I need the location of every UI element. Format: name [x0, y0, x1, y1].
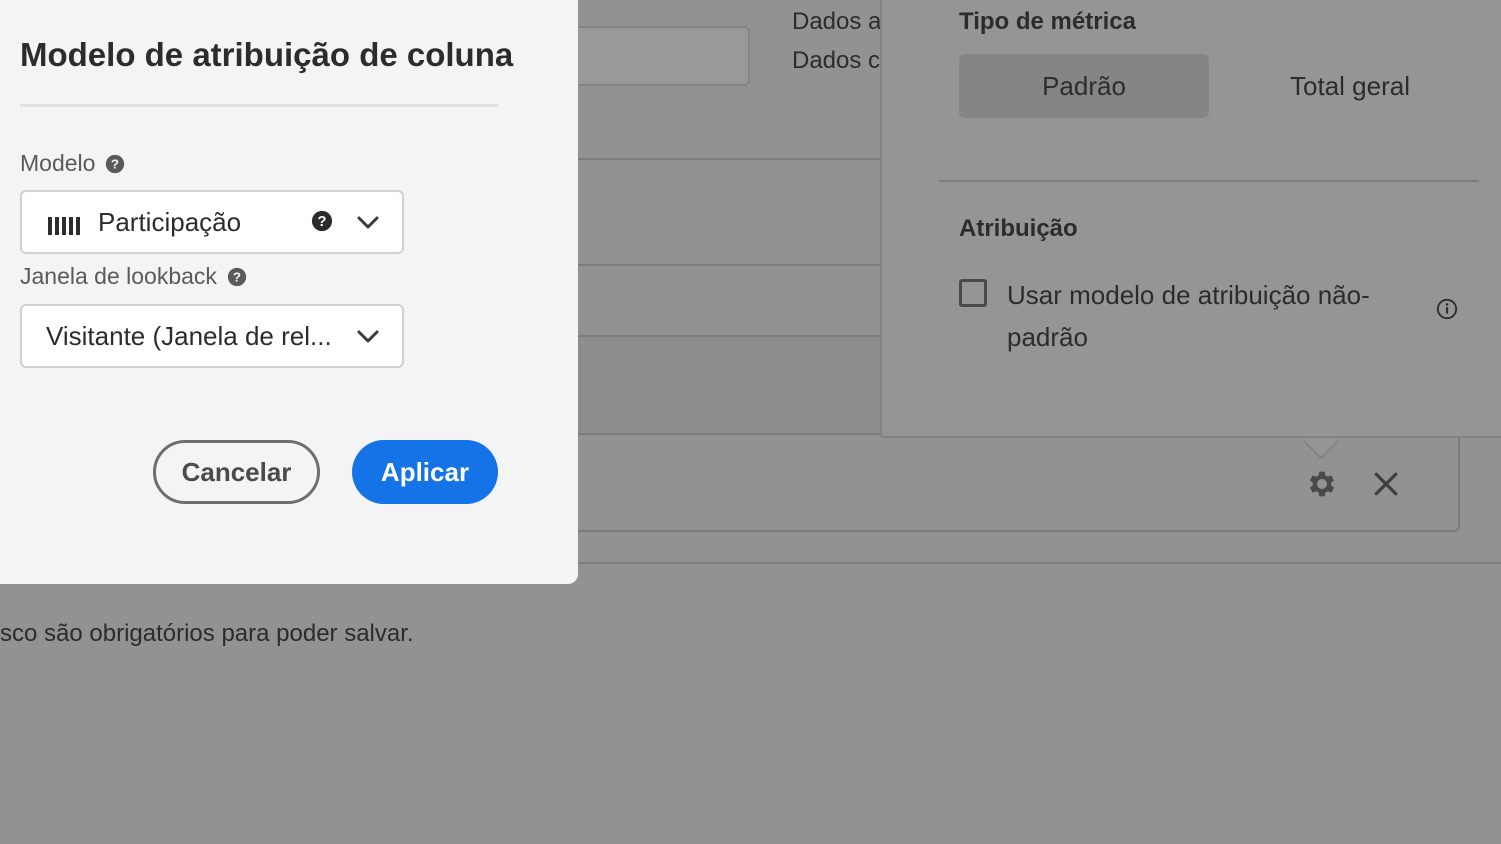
dialog-divider [20, 104, 498, 107]
svg-text:?: ? [233, 269, 241, 284]
model-select[interactable]: Participação ? [20, 190, 404, 254]
segment-grand-total[interactable]: Total geral [1225, 54, 1475, 118]
background-band [578, 337, 880, 433]
gear-icon [1309, 471, 1335, 497]
lookback-label-row: Janela de lookback ? [20, 263, 247, 290]
required-fields-note: sco são obrigatórios para poder salvar. [0, 620, 414, 647]
non-default-attribution-checkbox[interactable] [959, 279, 987, 307]
background-divider [578, 264, 880, 266]
lookback-select[interactable]: Visitante (Janela de rel... [20, 304, 404, 368]
help-icon[interactable]: ? [105, 154, 125, 174]
lookback-select-value: Visitante (Janela de rel... [46, 320, 332, 351]
background-divider [578, 158, 880, 160]
lookback-label: Janela de lookback [20, 263, 217, 289]
info-icon[interactable] [1436, 298, 1458, 320]
remove-button[interactable] [1365, 462, 1407, 506]
model-label: Modelo [20, 150, 96, 176]
participation-bars-icon [48, 217, 80, 235]
settings-button[interactable] [1300, 462, 1344, 506]
model-label-row: Modelo ? [20, 150, 125, 177]
background-text-2: Dados c [792, 47, 880, 74]
apply-button[interactable]: Aplicar [352, 440, 498, 504]
popover-divider [939, 180, 1479, 182]
dialog-title: Modelo de atribuição de coluna [20, 36, 514, 73]
close-icon [1374, 472, 1398, 496]
help-icon[interactable]: ? [227, 267, 247, 287]
cancel-button[interactable]: Cancelar [153, 440, 320, 504]
metric-type-heading: Tipo de métrica [959, 8, 1136, 35]
svg-text:?: ? [111, 156, 119, 171]
model-help-icon[interactable]: ? [311, 210, 333, 232]
attribution-heading: Atribuição [959, 215, 1078, 242]
segment-standard[interactable]: Padrão [959, 54, 1209, 118]
svg-text:?: ? [318, 214, 327, 230]
chevron-down-icon [357, 216, 379, 229]
chevron-down-icon [357, 330, 379, 343]
checkbox-label: Usar modelo de atribuição não-padrão [1007, 280, 1370, 352]
background-text-1: Dados at [792, 8, 880, 35]
metric-container [560, 433, 1501, 564]
model-select-value: Participação [98, 206, 242, 237]
background-input [570, 26, 750, 86]
